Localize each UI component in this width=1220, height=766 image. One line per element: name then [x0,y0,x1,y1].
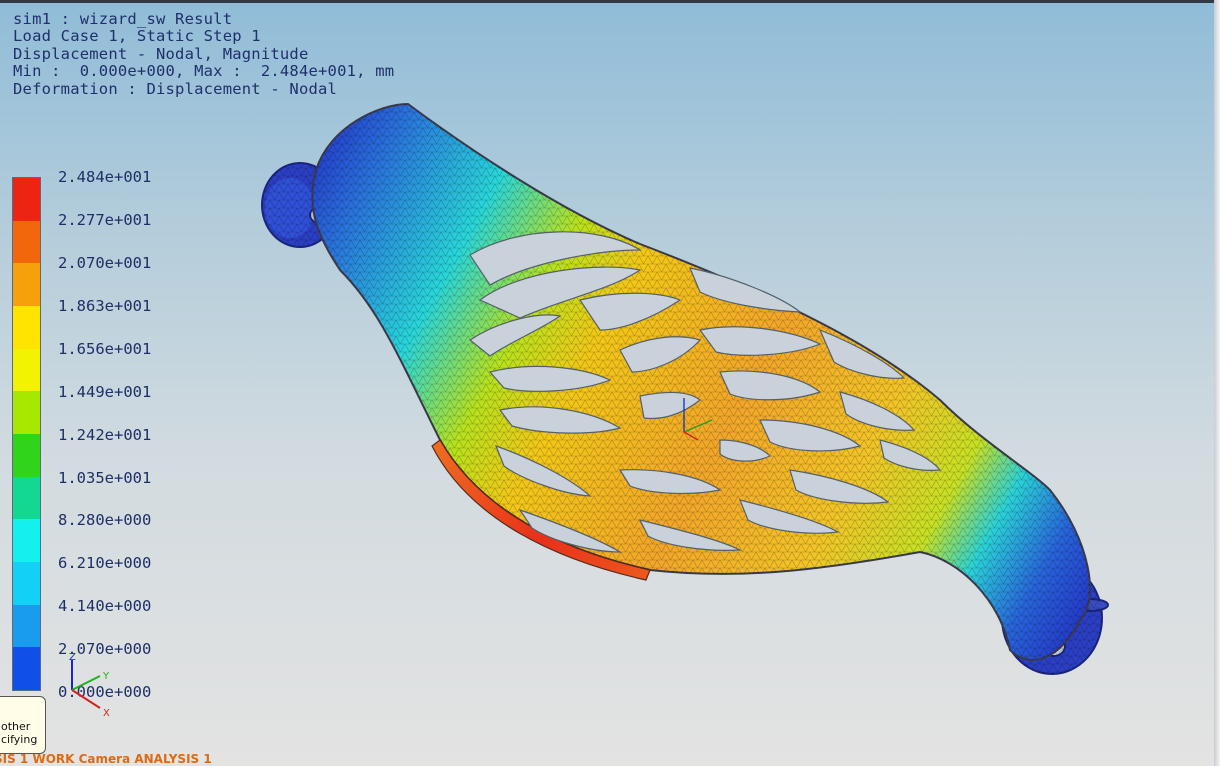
view-triad-icon[interactable]: Z Y X [56,650,126,720]
legend-color-segment [13,263,40,306]
legend-color-segment [13,519,40,562]
legend-label: 1.449e+001 [58,383,152,401]
result-title: sim1 : wizard_sw Result [13,10,233,28]
tooltip-line: other [1,720,31,733]
legend-color-segment [13,476,40,520]
triad-z-label: Z [69,652,76,663]
triad-x-label: X [103,708,110,719]
legend-color-segment [13,305,40,349]
tooltip-bubble: other cifying [0,696,46,754]
legend-label: 1.035e+001 [58,469,152,487]
legend-label: 6.210e+000 [58,554,152,572]
window-right-border [1214,0,1220,766]
bracket-body [311,102,1091,661]
legend-color-segment [13,604,40,648]
min-max-line: Min : 0.000e+000, Max : 2.484e+001, mm [13,62,395,81]
result-type-line: Displacement - Nodal, Magnitude [13,44,309,63]
legend-color-segment [13,561,40,605]
legend-label: 1.656e+001 [58,340,152,358]
fea-model-view[interactable] [0,0,1220,766]
legend-label: 8.280e+000 [58,511,152,529]
deformation-line: Deformation : Displacement - Nodal [13,79,338,98]
legend-label: 4.140e+000 [58,597,152,615]
triad-y-label: Y [102,671,110,682]
legend-color-segment [13,391,40,434]
color-legend-bar [12,177,41,691]
model-origin-triad-icon [683,398,713,441]
legend-color-segment [13,220,40,264]
load-case-line: Load Case 1, Static Step 1 [13,27,261,46]
legend-label: 1.863e+001 [58,297,152,315]
legend-label: 2.070e+001 [58,254,152,272]
tooltip-line: cifying [1,733,38,746]
legend-color-segment [13,433,40,477]
legend-color-segment [13,647,40,690]
result-header: sim1 : wizard_sw Result Load Case 1, Sta… [13,10,395,98]
legend-label: 1.242e+001 [58,426,152,444]
legend-label: 2.277e+001 [58,211,152,229]
status-line: SIS 1 WORK Camera ANALYSIS 1 [0,752,212,766]
legend-color-segment [13,178,40,221]
legend-label: 2.484e+001 [58,168,152,186]
legend-color-segment [13,348,40,392]
